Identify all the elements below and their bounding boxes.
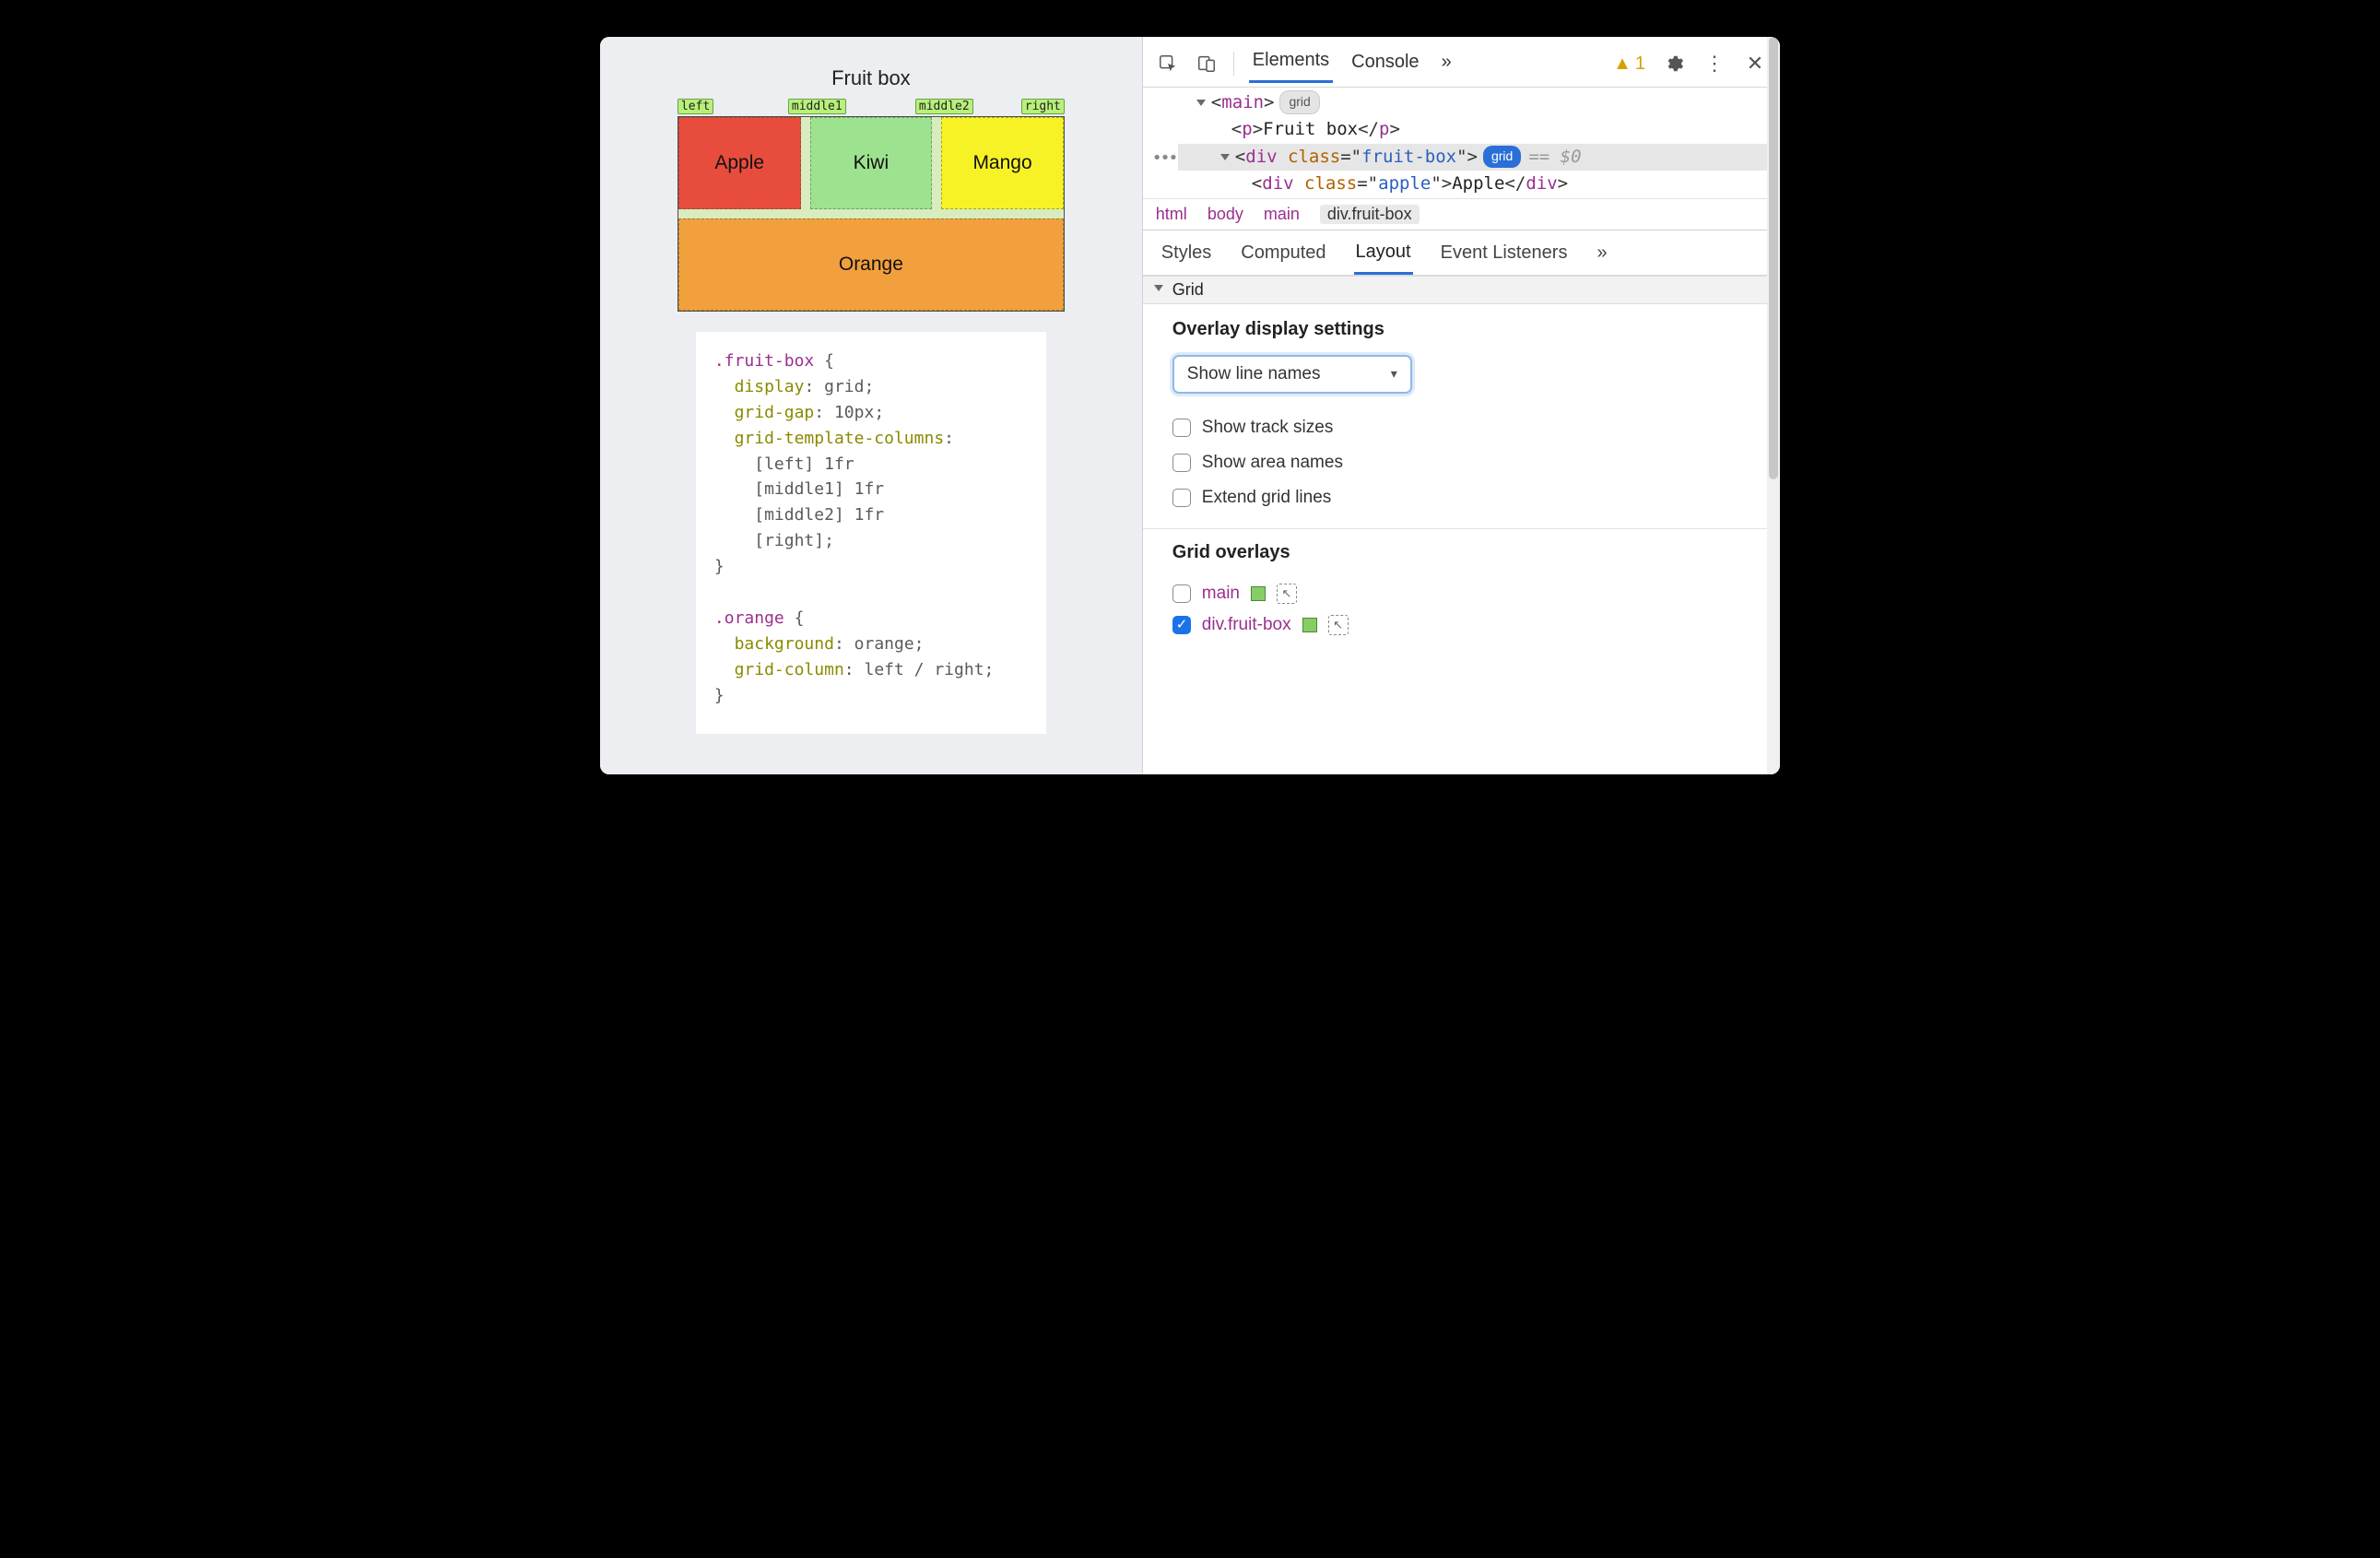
- color-swatch[interactable]: [1251, 586, 1266, 601]
- device-toggle-icon[interactable]: [1195, 52, 1219, 76]
- dom-node-apple[interactable]: <div class="apple">Apple</div>: [1178, 171, 1780, 197]
- locate-icon[interactable]: [1328, 615, 1349, 635]
- dom-tree[interactable]: <main>grid <p>Fruit box</p> •••<div clas…: [1143, 88, 1780, 198]
- devtools-toolbar: Elements Console » ▲ 1 ⋮ ✕: [1143, 37, 1780, 88]
- cell-apple: Apple: [678, 117, 801, 209]
- css-snippet: .fruit-box { display: grid; grid-gap: 10…: [696, 332, 1046, 734]
- grid-line-label: middle1: [788, 99, 846, 114]
- ellipsis-icon[interactable]: •••: [1152, 146, 1177, 171]
- breadcrumb-item[interactable]: div.fruit-box: [1320, 205, 1420, 224]
- opt-track-sizes[interactable]: Show track sizes: [1172, 410, 1760, 445]
- subtab-layout[interactable]: Layout: [1354, 234, 1413, 275]
- devtools-pane: Elements Console » ▲ 1 ⋮ ✕ <main>grid <p…: [1143, 37, 1780, 774]
- dom-node-p[interactable]: <p>Fruit box</p>: [1178, 116, 1780, 143]
- styles-subtabs: Styles Computed Layout Event Listeners »: [1143, 230, 1780, 276]
- page-preview-pane: Fruit box left middle1 middle2 right App…: [600, 37, 1143, 774]
- inspect-icon[interactable]: [1156, 52, 1180, 76]
- grid-badge[interactable]: grid: [1279, 90, 1319, 114]
- subtab-computed[interactable]: Computed: [1239, 235, 1327, 273]
- devtools-window: Fruit box left middle1 middle2 right App…: [600, 37, 1780, 774]
- fruit-box-grid: Apple Kiwi Mango Orange: [677, 116, 1065, 312]
- subtab-styles[interactable]: Styles: [1160, 235, 1213, 273]
- breadcrumb-item[interactable]: html: [1156, 205, 1187, 224]
- layout-panel: Overlay display settings Show line names…: [1143, 304, 1780, 641]
- overlay-name[interactable]: main: [1202, 584, 1240, 604]
- preview-title: Fruit box: [831, 66, 911, 90]
- checkbox-icon[interactable]: [1172, 419, 1191, 437]
- cell-mango: Mango: [941, 117, 1064, 209]
- tab-more[interactable]: »: [1438, 46, 1455, 82]
- tab-elements[interactable]: Elements: [1249, 44, 1333, 83]
- breadcrumb: html body main div.fruit-box: [1143, 198, 1780, 230]
- grid-badge[interactable]: grid: [1483, 146, 1521, 168]
- grid-line-label: middle2: [915, 99, 973, 114]
- grid-overlay-wrap: left middle1 middle2 right Apple Kiwi Ma…: [677, 100, 1065, 312]
- color-swatch[interactable]: [1302, 618, 1317, 632]
- locate-icon[interactable]: [1277, 584, 1297, 604]
- subtab-listeners[interactable]: Event Listeners: [1439, 235, 1570, 273]
- cell-orange: Orange: [678, 218, 1064, 311]
- checkbox-icon[interactable]: [1172, 454, 1191, 472]
- breadcrumb-item[interactable]: body: [1208, 205, 1243, 224]
- overlay-row-fruitbox: div.fruit-box: [1172, 609, 1760, 641]
- scrollbar-thumb[interactable]: [1769, 37, 1778, 479]
- grid-line-label: right: [1021, 99, 1065, 114]
- breadcrumb-item[interactable]: main: [1264, 205, 1300, 224]
- tab-console[interactable]: Console: [1348, 46, 1422, 82]
- kebab-icon[interactable]: ⋮: [1703, 52, 1726, 76]
- section-grid[interactable]: Grid: [1143, 276, 1780, 304]
- cell-kiwi: Kiwi: [810, 117, 933, 209]
- opt-area-names[interactable]: Show area names: [1172, 445, 1760, 480]
- warning-badge[interactable]: ▲ 1: [1613, 53, 1645, 75]
- grid-overlays-heading: Grid overlays: [1172, 542, 1760, 563]
- opt-extend-lines[interactable]: Extend grid lines: [1172, 480, 1760, 515]
- checkbox-icon[interactable]: [1172, 616, 1191, 634]
- dom-node-fruitbox[interactable]: •••<div class="fruit-box">grid== $0: [1178, 144, 1780, 171]
- dom-node-main[interactable]: <main>grid: [1178, 89, 1780, 116]
- checkbox-icon[interactable]: [1172, 584, 1191, 603]
- divider: [1143, 528, 1780, 529]
- overlay-settings-heading: Overlay display settings: [1172, 319, 1760, 340]
- checkbox-icon[interactable]: [1172, 489, 1191, 507]
- line-names-select[interactable]: Show line names: [1172, 355, 1412, 394]
- toolbar-separator: [1233, 52, 1234, 76]
- close-icon[interactable]: ✕: [1743, 52, 1767, 76]
- gear-icon[interactable]: [1662, 52, 1686, 76]
- scrollbar[interactable]: [1767, 37, 1780, 774]
- grid-line-label: left: [677, 99, 713, 114]
- overlay-name[interactable]: div.fruit-box: [1202, 615, 1291, 635]
- overlay-row-main: main: [1172, 578, 1760, 609]
- subtab-more[interactable]: »: [1595, 235, 1608, 273]
